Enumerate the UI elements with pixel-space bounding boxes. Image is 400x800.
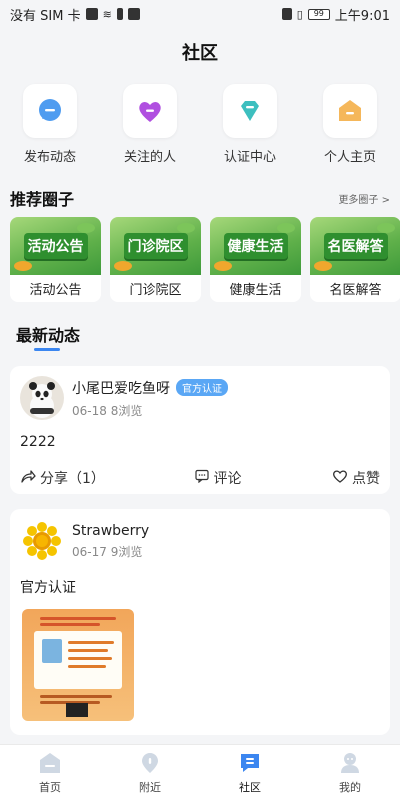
circle-card[interactable]: 门诊院区 门诊院区 — [110, 217, 201, 302]
circle-card[interactable]: 活动公告 活动公告 — [10, 217, 101, 302]
post-date: 06-18 — [72, 403, 107, 418]
play-icon — [127, 8, 140, 20]
tab-home[interactable]: 首页 — [0, 745, 100, 800]
post-content: 2222 — [20, 434, 56, 450]
avatar[interactable] — [20, 376, 64, 420]
tab-label: 社区 — [239, 780, 261, 794]
home-icon — [323, 84, 377, 138]
status-bar: 没有 SIM 卡 ≋ ▯ 99 上午9:01 — [0, 0, 400, 28]
community-icon — [238, 751, 262, 775]
location-pin-icon — [138, 751, 162, 775]
tab-label: 首页 — [39, 780, 61, 794]
post-header: Strawberry 06-17 9浏览 — [10, 509, 390, 563]
author-line: Strawberry — [72, 523, 149, 539]
home-tab-icon — [38, 751, 62, 775]
circle-banner-text: 门诊院区 — [123, 233, 188, 259]
circle-banner-image: 门诊院区 — [110, 217, 201, 275]
author-block: 小尾巴爱吃鱼呀 官方认证 06-18 8浏览 — [72, 378, 228, 419]
entry-certification[interactable]: 认证中心 — [200, 84, 300, 172]
qr-code-graphic — [66, 703, 88, 717]
comment-icon — [195, 469, 210, 487]
carrier-text: 没有 SIM 卡 — [10, 8, 81, 24]
entry-label: 认证中心 — [223, 150, 276, 165]
tab-mine[interactable]: 我的 — [300, 745, 400, 800]
entry-publish-post[interactable]: 发布动态 — [0, 84, 100, 172]
entry-following[interactable]: 关注的人 — [100, 84, 200, 172]
post-image[interactable] — [22, 609, 134, 721]
circle-banner-image: 健康生活 — [210, 217, 301, 275]
post-header: 小尾巴爱吃鱼呀 官方认证 06-18 8浏览 — [10, 366, 390, 420]
avatar[interactable] — [20, 519, 64, 563]
circle-banner-text: 活动公告 — [23, 233, 88, 259]
bottom-tab-bar: 首页 附近 社区 我的 — [0, 744, 400, 800]
notification-icon — [116, 8, 123, 20]
circle-banner-image: 活动公告 — [10, 217, 101, 275]
recommend-title: 推荐圈子 — [10, 190, 75, 209]
post-meta: 06-17 9浏览 — [72, 543, 149, 560]
circle-label: 门诊院区 — [129, 283, 182, 298]
recommend-header: 推荐圈子 更多圈子 > — [10, 186, 390, 210]
tab-community[interactable]: 社区 — [200, 745, 300, 800]
tab-label: 我的 — [339, 780, 361, 794]
circle-card[interactable]: 名医解答 名医解答 — [310, 217, 400, 302]
author-name[interactable]: Strawberry — [72, 523, 149, 539]
comment-button[interactable]: 评论 — [195, 468, 241, 488]
share-label: 分享（1） — [40, 471, 105, 487]
post-views: 9浏览 — [110, 544, 143, 559]
circle-card[interactable]: 健康生活 健康生活 — [210, 217, 301, 302]
official-badge: 官方认证 — [176, 379, 228, 396]
entry-label: 发布动态 — [23, 150, 76, 165]
status-left: 没有 SIM 卡 ≋ — [10, 5, 140, 24]
heart-icon — [123, 84, 177, 138]
author-name[interactable]: 小尾巴爱吃鱼呀 — [72, 378, 170, 398]
profile-icon — [338, 751, 362, 775]
nfc-icon — [281, 8, 292, 20]
entry-label: 关注的人 — [123, 150, 176, 165]
post-content: 官方认证 — [20, 580, 76, 596]
circle-banner-text: 健康生活 — [223, 233, 288, 259]
diamond-badge-icon — [223, 84, 277, 138]
post-card[interactable]: 小尾巴爱吃鱼呀 官方认证 06-18 8浏览 2222 分享（1） 评论 点赞 — [10, 366, 390, 494]
share-icon — [20, 468, 36, 488]
post-card[interactable]: Strawberry 06-17 9浏览 官方认证 — [10, 509, 390, 735]
quick-entries: 发布动态 关注的人 认证中心 个人主页 — [0, 84, 400, 172]
status-right: ▯ 99 上午9:01 — [281, 5, 390, 24]
post-date: 06-17 — [72, 544, 107, 559]
page-title: 社区 — [182, 43, 218, 64]
sim-alert-icon — [85, 8, 98, 20]
share-button[interactable]: 分享（1） — [20, 468, 105, 488]
entry-profile-home[interactable]: 个人主页 — [300, 84, 400, 172]
more-circles-link[interactable]: 更多圈子 > — [338, 191, 390, 206]
author-line: 小尾巴爱吃鱼呀 官方认证 — [72, 378, 228, 398]
circle-banner-image: 名医解答 — [310, 217, 400, 275]
battery-icon: 99 — [307, 8, 330, 20]
vibrate-icon: ▯ — [296, 7, 303, 21]
circle-label: 名医解答 — [329, 283, 382, 298]
battery-level: 99 — [313, 8, 324, 18]
post-actions: 分享（1） 评论 点赞 — [10, 468, 390, 488]
circle-label: 健康生活 — [229, 283, 282, 298]
wifi-icon: ≋ — [102, 7, 112, 21]
tab-indicator — [34, 348, 60, 351]
entry-label: 个人主页 — [323, 150, 376, 165]
comment-label: 评论 — [213, 471, 242, 487]
clock-text: 上午9:01 — [334, 8, 390, 24]
author-block: Strawberry 06-17 9浏览 — [72, 523, 149, 560]
chat-bubble-icon — [23, 84, 77, 138]
heart-outline-icon — [332, 468, 348, 488]
post-meta: 06-18 8浏览 — [72, 402, 228, 419]
tab-nearby[interactable]: 附近 — [100, 745, 200, 800]
circle-label: 活动公告 — [29, 283, 82, 298]
like-label: 点赞 — [351, 471, 380, 487]
circle-list: 活动公告 活动公告 门诊院区 门诊院区 健康生活 健康生活 名医解答 名医解答 — [10, 217, 400, 302]
latest-posts-tab[interactable]: 最新动态 — [16, 322, 80, 346]
tab-label: 附近 — [139, 780, 161, 794]
like-button[interactable]: 点赞 — [332, 468, 380, 488]
circle-banner-text: 名医解答 — [323, 233, 388, 259]
post-views: 8浏览 — [110, 403, 143, 418]
